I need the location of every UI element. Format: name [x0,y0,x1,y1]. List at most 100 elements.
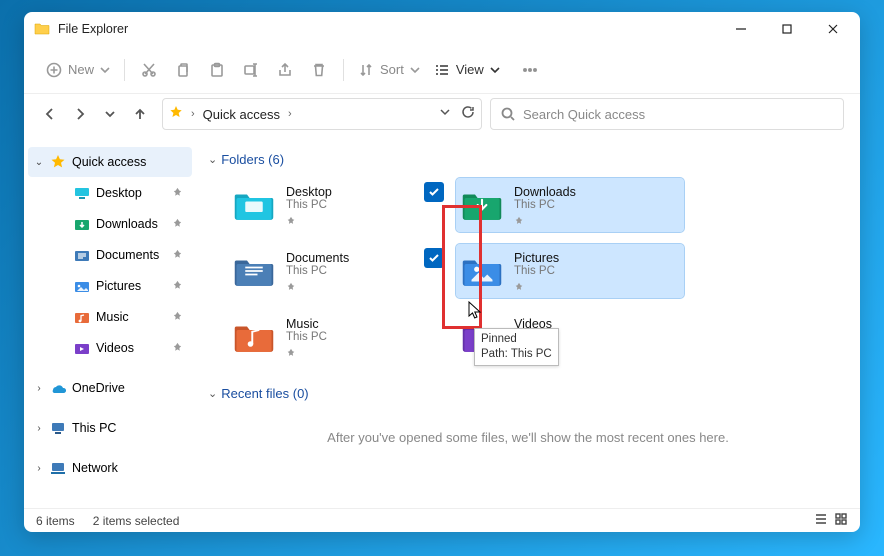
search-input[interactable] [523,107,833,122]
file-explorer-window: File Explorer New Sort View [24,12,860,532]
chevron-down-icon [490,65,500,75]
status-item-count: 6 items [36,514,75,528]
tiles-view-button[interactable] [834,512,848,529]
tile-name: Pictures [514,251,559,265]
checkbox-checked-icon[interactable] [424,248,444,268]
chevron-down-icon: ⌄ [208,153,217,166]
plus-circle-icon [46,62,62,78]
sidebar-item-network[interactable]: ›Network [28,453,192,483]
folder-tile-documents[interactable]: DocumentsThis PC [228,244,456,298]
sidebar-item-label: Pictures [96,279,166,293]
tile-meta: DocumentsThis PC [286,251,349,291]
recent-header-label: Recent files (0) [221,386,308,401]
copy-button[interactable] [167,54,199,86]
sort-button-label: Sort [380,62,404,77]
sidebar-item-pictures[interactable]: Pictures [28,271,192,301]
tooltip: Pinned Path: This PC [474,328,559,366]
sidebar-item-music[interactable]: Music [28,302,192,332]
folders-section-header[interactable]: ⌄ Folders (6) [208,146,848,172]
more-button[interactable] [514,54,546,86]
sidebar-item-videos[interactable]: Videos [28,333,192,363]
sidebar-item-label: Music [96,310,166,324]
paste-button[interactable] [201,54,233,86]
recent-section-header[interactable]: ⌄ Recent files (0) [208,380,848,406]
recent-locations-button[interactable] [96,100,124,128]
view-button[interactable]: View [428,54,506,86]
desktop-icon [74,185,90,201]
sidebar-item-downloads[interactable]: Downloads [28,209,192,239]
pin-icon [514,279,559,291]
more-icon [522,62,538,78]
folders-header-label: Folders (6) [221,152,284,167]
pin-icon [172,311,184,323]
sort-button[interactable]: Sort [352,54,426,86]
pin-icon [172,187,184,199]
cut-button[interactable] [133,54,165,86]
tile-location: This PC [514,199,576,211]
folder-tile-music[interactable]: MusicThis PC [228,310,456,364]
expand-icon: › [34,463,44,474]
sidebar-item-label: Videos [96,341,166,355]
tile-location: This PC [286,331,327,343]
toolbar: New Sort View [24,46,860,94]
breadcrumb[interactable]: Quick access [203,107,280,122]
details-view-button[interactable] [814,512,828,529]
sidebar-item-quick-access[interactable]: ⌄Quick access [28,147,192,177]
expand-icon: › [34,423,44,434]
folder-tile-downloads[interactable]: DownloadsThis PC [456,178,684,232]
body: ⌄Quick accessDesktopDownloadsDocumentsPi… [24,142,860,508]
documents-folder-icon [232,252,276,290]
tile-location: This PC [286,199,332,211]
chevron-right-icon: › [191,108,195,120]
sidebar-item-label: Documents [96,248,166,262]
cursor-icon [468,301,484,321]
share-button[interactable] [269,54,301,86]
star-icon [50,154,66,170]
rename-button[interactable] [235,54,267,86]
star-icon [169,105,183,124]
minimize-button[interactable] [718,12,764,46]
maximize-button[interactable] [764,12,810,46]
sidebar-item-desktop[interactable]: Desktop [28,178,192,208]
delete-button[interactable] [303,54,335,86]
refresh-button[interactable] [461,105,475,124]
folder-tile-desktop[interactable]: DesktopThis PC [228,178,456,232]
titlebar: File Explorer [24,12,860,46]
pin-icon [172,342,184,354]
app-icon [34,21,50,37]
onedrive-icon [50,380,66,396]
new-button-label: New [68,62,94,77]
history-dropdown-button[interactable] [439,105,451,124]
window-controls [718,12,856,46]
pictures-folder-icon [460,252,504,290]
nav-buttons [36,100,154,128]
tile-name: Desktop [286,185,332,199]
tooltip-line1: Pinned [481,332,552,347]
sort-icon [358,62,374,78]
tile-meta: PicturesThis PC [514,251,559,291]
up-button[interactable] [126,100,154,128]
pin-icon [286,345,327,357]
tile-location: This PC [286,265,349,277]
sidebar-item-documents[interactable]: Documents [28,240,192,270]
address-bar[interactable]: › Quick access › [162,98,482,130]
close-button[interactable] [810,12,856,46]
back-button[interactable] [36,100,64,128]
new-button[interactable]: New [40,54,116,86]
tile-location: This PC [514,265,559,277]
checkbox-checked-icon[interactable] [424,182,444,202]
network-icon [50,460,66,476]
tile-name: Music [286,317,327,331]
sidebar-item-onedrive[interactable]: ›OneDrive [28,373,192,403]
copy-icon [175,62,191,78]
folder-tile-pictures[interactable]: PicturesThis PC [456,244,684,298]
separator [124,59,125,81]
search-box[interactable] [490,98,844,130]
pin-icon [172,249,184,261]
sidebar-item-this-pc[interactable]: ›This PC [28,413,192,443]
thispc-icon [50,420,66,436]
forward-button[interactable] [66,100,94,128]
chevron-down-icon: ⌄ [208,387,217,400]
rename-icon [243,62,259,78]
pin-icon [286,213,332,225]
